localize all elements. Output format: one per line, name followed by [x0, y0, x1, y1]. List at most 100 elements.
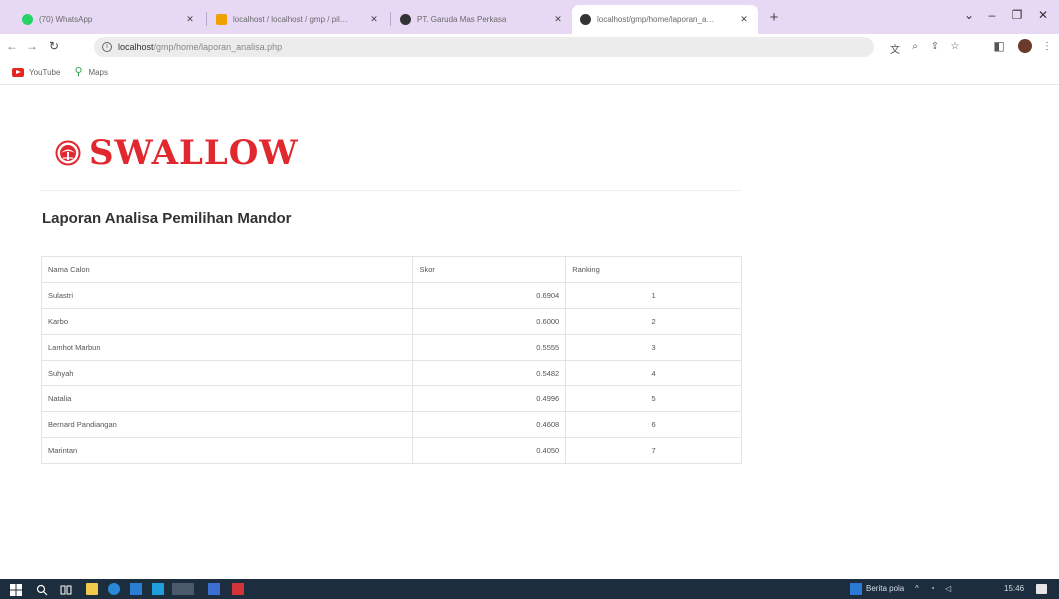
tab-separator [206, 12, 207, 26]
volume-icon[interactable]: ◁ [945, 584, 951, 593]
minimize-button[interactable]: – [981, 8, 1003, 22]
chrome-taskbar-icon[interactable] [172, 583, 194, 595]
cell-skor: 0.5482 [412, 359, 567, 387]
table-row: Suhyah 0.5482 4 [40, 359, 742, 387]
clock[interactable]: 15:46 [1004, 584, 1024, 593]
cell-ranking: 3 [565, 333, 742, 361]
cell-ranking: 6 [565, 411, 742, 439]
cell-skor: 0.4608 [412, 411, 567, 439]
ranking-table: Nama Calon Skor Ranking Sulastri 0.6904 … [40, 256, 742, 465]
cell-nama: Sulastri [40, 281, 414, 309]
table-row: Marintan 0.4050 7 [40, 437, 742, 465]
table-row: Sulastri 0.6904 1 [40, 281, 742, 309]
weather-text[interactable]: Berita pola [866, 584, 904, 593]
tab-label: PT. Garuda Mas Perkasa [417, 15, 507, 24]
whatsapp-icon [22, 14, 33, 25]
table-row: Lamhot Marbun 0.5555 3 [40, 333, 742, 361]
bookmark-label: Maps [88, 67, 108, 77]
page-title: Laporan Analisa Pemilihan Mandor [42, 210, 292, 227]
cell-skor: 0.6000 [412, 307, 567, 335]
cell-ranking: 2 [565, 307, 742, 335]
url-text: localhost/gmp/home/laporan_analisa.php [118, 42, 282, 52]
cell-ranking: 4 [565, 359, 742, 387]
close-window-button[interactable]: ✕ [1032, 8, 1054, 22]
share-icon[interactable]: ⇪ [928, 41, 942, 52]
cell-ranking: 1 [565, 281, 742, 309]
tab-garuda[interactable]: PT. Garuda Mas Perkasa ✕ [392, 5, 572, 34]
table-row: Natalia 0.4996 5 [40, 385, 742, 413]
table-row: Bernard Pandiangan 0.4608 6 [40, 411, 742, 439]
table-header-row: Nama Calon Skor Ranking [40, 256, 742, 283]
bookmark-star-icon[interactable]: ☆ [948, 41, 962, 52]
app-icon-red[interactable] [232, 583, 244, 595]
maps-icon: ⚲ [74, 65, 83, 78]
address-bar[interactable]: i localhost/gmp/home/laporan_analisa.php [94, 37, 874, 57]
task-view-icon[interactable] [60, 583, 72, 595]
cell-skor: 0.6904 [412, 281, 567, 309]
tab-label: localhost / localhost / gmp / pil… [233, 15, 348, 24]
bookmark-maps[interactable]: ⚲ Maps [74, 65, 108, 78]
cell-skor: 0.4050 [412, 437, 567, 465]
bookmark-youtube[interactable]: YouTube [12, 67, 61, 77]
cell-nama: Lamhot Marbun [40, 333, 414, 361]
zoom-icon[interactable]: ⌕ [908, 41, 922, 52]
cell-nama: Natalia [40, 385, 414, 413]
column-header-skor: Skor [412, 256, 567, 283]
globe-icon [400, 14, 411, 25]
url-host: localhost [118, 42, 154, 52]
url-path: /gmp/home/laporan_analisa.php [153, 42, 283, 52]
windows-taskbar: Berita pola ^ ◔ ◁ 15:46 [0, 579, 1059, 599]
tab-whatsapp[interactable]: (70) WhatsApp ✕ [14, 5, 204, 34]
bookmarks-bar: YouTube ⚲ Maps [0, 60, 1059, 85]
search-icon[interactable] [36, 583, 48, 596]
reload-icon[interactable]: ↻ [47, 39, 61, 53]
network-icon[interactable]: ◔ [930, 584, 935, 593]
close-icon[interactable]: ✕ [184, 14, 196, 25]
tab-laporan-active[interactable]: localhost/gmp/home/laporan_a… ✕ [572, 5, 758, 34]
profile-avatar[interactable] [1018, 39, 1032, 53]
tray-chevron-icon[interactable]: ^ [915, 584, 919, 593]
tab-search-dropdown-icon[interactable]: ⌄ [958, 8, 980, 22]
browser-tab-strip: (70) WhatsApp ✕ localhost / localhost / … [0, 0, 1059, 34]
kebab-menu-icon[interactable]: ⋮ [1040, 41, 1054, 52]
bookmark-label: YouTube [29, 67, 61, 77]
store-icon[interactable] [152, 583, 164, 595]
logo-text: SWALLOW [89, 133, 299, 173]
tab-phpmyadmin[interactable]: localhost / localhost / gmp / pil… ✕ [208, 5, 388, 34]
new-tab-button[interactable]: + [766, 9, 782, 26]
edge-icon[interactable] [108, 583, 120, 595]
cell-nama: Suhyah [40, 359, 414, 387]
file-explorer-icon[interactable] [86, 583, 98, 595]
close-icon[interactable]: ✕ [368, 14, 380, 25]
back-arrow-icon[interactable]: ← [5, 39, 19, 53]
close-icon[interactable]: ✕ [552, 14, 564, 25]
word-icon[interactable] [130, 583, 142, 595]
cell-nama: Marintan [40, 437, 414, 465]
swallow-logo: SWALLOW [55, 133, 299, 173]
windows-start-icon[interactable] [10, 583, 22, 596]
tab-separator [390, 12, 391, 26]
translate-icon[interactable]: 文 [888, 41, 902, 56]
cell-nama: Bernard Pandiangan [40, 411, 414, 439]
column-header-nama: Nama Calon [40, 256, 414, 283]
cell-skor: 0.5555 [412, 333, 567, 361]
swallow-emblem-icon [55, 140, 81, 166]
cell-ranking: 7 [565, 437, 742, 465]
browser-toolbar: ← → ↻ i localhost/gmp/home/laporan_anali… [0, 34, 1059, 60]
table-row: Karbo 0.6000 2 [40, 307, 742, 335]
app-icon[interactable] [208, 583, 220, 595]
cell-skor: 0.4996 [412, 385, 567, 413]
cell-ranking: 5 [565, 385, 742, 413]
close-icon[interactable]: ✕ [738, 14, 750, 25]
weather-icon [850, 583, 862, 595]
notification-icon[interactable] [1036, 584, 1047, 594]
maximize-button[interactable]: ❐ [1006, 8, 1028, 22]
globe-icon [580, 14, 591, 25]
column-header-ranking: Ranking [565, 256, 742, 283]
side-panel-icon[interactable]: ◧ [992, 39, 1006, 53]
forward-arrow-icon[interactable]: → [25, 39, 39, 53]
header-divider [40, 190, 742, 191]
cell-nama: Karbo [40, 307, 414, 335]
tab-label: localhost/gmp/home/laporan_a… [597, 15, 715, 24]
site-info-icon[interactable]: i [102, 42, 112, 52]
